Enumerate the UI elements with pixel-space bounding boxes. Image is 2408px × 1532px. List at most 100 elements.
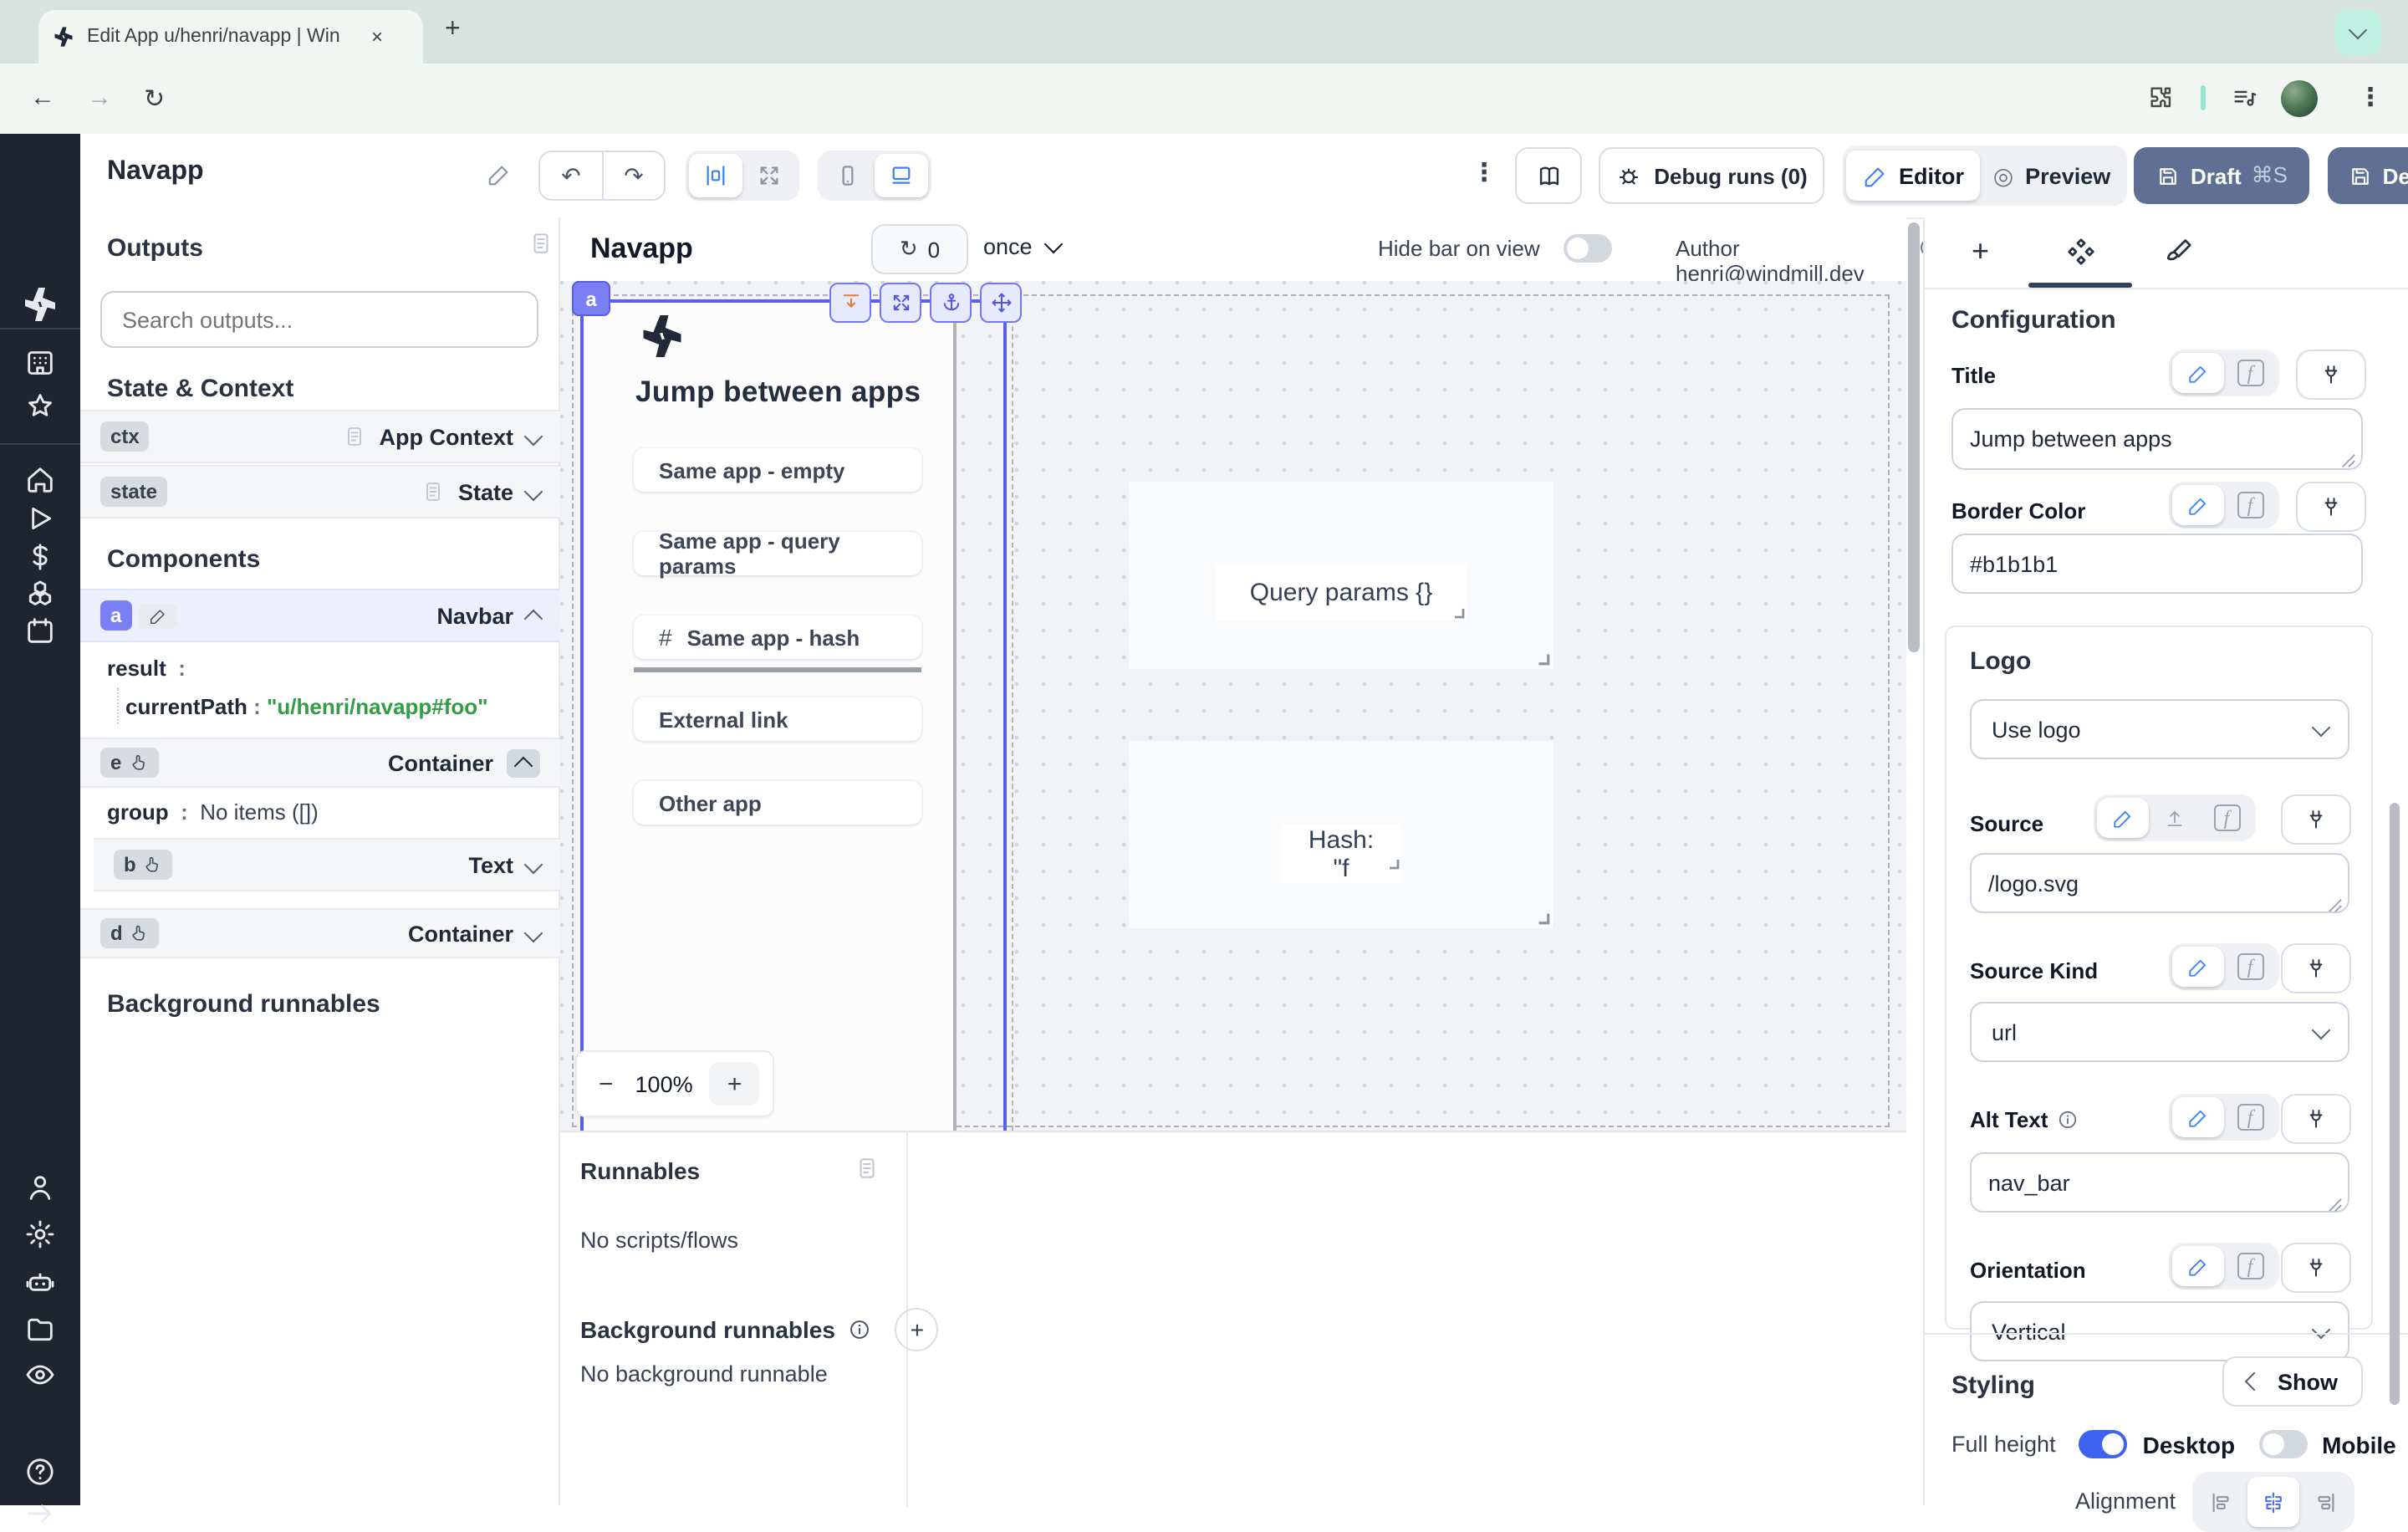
- doc-panel-icon[interactable]: [528, 231, 554, 256]
- resize-handle[interactable]: [1386, 856, 1400, 870]
- alt-text-connect-button[interactable]: [2281, 1094, 2351, 1144]
- title-connect-button[interactable]: [2296, 350, 2366, 400]
- static-mode-button[interactable]: [2172, 1097, 2224, 1137]
- function-mode-button[interactable]: f: [2224, 1246, 2276, 1286]
- component-row-container-e[interactable]: e Container: [80, 738, 560, 788]
- align-right-button[interactable]: [2299, 1477, 2351, 1527]
- refresh-button[interactable]: ↻ 0: [871, 224, 968, 274]
- static-mode-button[interactable]: [2097, 798, 2149, 838]
- full-height-mobile-toggle[interactable]: [2258, 1430, 2307, 1458]
- ctx-row[interactable]: ctx App Context: [80, 410, 560, 463]
- chevron-up-icon[interactable]: [524, 610, 543, 629]
- chevron-down-icon[interactable]: [524, 483, 543, 502]
- textarea-resize-icon[interactable]: [2328, 1198, 2343, 1213]
- extensions-icon[interactable]: [2147, 84, 2176, 112]
- resize-handle[interactable]: [1535, 651, 1550, 666]
- sidebar-collapse-icon[interactable]: [23, 1497, 57, 1530]
- source-kind-connect-button[interactable]: [2281, 943, 2351, 993]
- search-outputs-input[interactable]: [100, 291, 538, 348]
- add-background-runnable-button[interactable]: +: [895, 1308, 939, 1351]
- title-input[interactable]: [1951, 408, 2363, 470]
- component-id-tag[interactable]: a: [572, 281, 610, 316]
- tab-close-icon[interactable]: ×: [371, 25, 383, 49]
- static-mode-button[interactable]: [2172, 353, 2224, 393]
- orientation-select[interactable]: Vertical: [1970, 1301, 2349, 1361]
- query-params-container[interactable]: Query params {}: [1129, 482, 1553, 669]
- sidebar-item-users-icon[interactable]: [23, 1171, 57, 1204]
- sidebar-item-folders-icon[interactable]: [23, 1313, 57, 1346]
- new-tab-button[interactable]: +: [445, 15, 461, 45]
- toolbar-menu-icon[interactable]: ⋮: [1472, 157, 1497, 187]
- move-component-chip[interactable]: [980, 283, 1022, 323]
- chevron-down-icon[interactable]: [524, 855, 543, 875]
- selection-border-right[interactable]: [1003, 301, 1007, 1131]
- function-mode-button[interactable]: f: [2224, 1097, 2276, 1137]
- anchor-component-chip[interactable]: [930, 283, 972, 323]
- reload-icon[interactable]: ↻: [144, 84, 165, 114]
- docs-button[interactable]: [1515, 147, 1582, 204]
- desktop-view-button[interactable]: [875, 154, 928, 197]
- use-logo-select[interactable]: Use logo: [1970, 699, 2349, 759]
- show-styling-button[interactable]: Show: [2222, 1356, 2363, 1407]
- mobile-view-button[interactable]: [821, 154, 875, 197]
- sidebar-item-schedules-icon[interactable]: [23, 614, 57, 647]
- component-row-navbar[interactable]: a Navbar: [80, 589, 560, 642]
- info-icon[interactable]: [849, 1318, 872, 1341]
- source-kind-select[interactable]: url: [1970, 1002, 2349, 1062]
- function-mode-button[interactable]: f: [2224, 947, 2276, 987]
- upload-mode-button[interactable]: [2149, 798, 2201, 838]
- align-left-button[interactable]: [2196, 1477, 2247, 1527]
- sidebar-item-settings-icon[interactable]: [23, 1218, 57, 1251]
- textarea-resize-icon[interactable]: [2328, 898, 2343, 913]
- hash-container[interactable]: Hash:"f: [1129, 741, 1553, 928]
- source-input[interactable]: [1970, 853, 2349, 913]
- centered-layout-button[interactable]: [689, 154, 742, 197]
- draft-button[interactable]: Draft ⌘S: [2134, 147, 2309, 204]
- full-width-button[interactable]: [742, 154, 796, 197]
- tab-search-button[interactable]: [2334, 10, 2381, 55]
- back-icon[interactable]: ←: [30, 84, 55, 112]
- nav-item-same-app-hash[interactable]: #Same app - hash: [634, 615, 921, 659]
- canvas-scrollbar[interactable]: [1908, 222, 1920, 652]
- doc-panel-icon[interactable]: [855, 1156, 880, 1181]
- panel-scrollbar[interactable]: [2390, 803, 2400, 1405]
- static-mode-button[interactable]: [2172, 485, 2224, 525]
- sidebar-item-apps-icon[interactable]: [23, 346, 57, 380]
- chevron-down-icon[interactable]: [524, 924, 543, 943]
- current-path-row[interactable]: currentPath : "u/henri/navapp#foo": [125, 694, 488, 719]
- query-params-text[interactable]: Query params {}: [1216, 565, 1467, 620]
- chevron-down-icon[interactable]: [524, 427, 543, 447]
- zoom-out-button[interactable]: −: [599, 1070, 614, 1098]
- textarea-resize-icon[interactable]: [2341, 453, 2356, 468]
- component-row-container-d[interactable]: d Container: [80, 908, 560, 958]
- schedule-dropdown[interactable]: once: [983, 234, 1061, 259]
- insert-tab-plus-icon[interactable]: +: [1972, 234, 1989, 269]
- zoom-in-button[interactable]: +: [710, 1062, 760, 1106]
- hide-bar-toggle[interactable]: [1564, 234, 1612, 263]
- deploy-button[interactable]: Deploy: [2328, 147, 2408, 204]
- sidebar-item-resources-icon[interactable]: [23, 577, 57, 610]
- info-icon[interactable]: [2056, 1109, 2078, 1131]
- function-mode-button[interactable]: f: [2224, 485, 2276, 525]
- preview-tab[interactable]: ◎ Preview: [1980, 151, 2124, 201]
- orientation-connect-button[interactable]: [2281, 1243, 2351, 1293]
- resize-handle[interactable]: [1535, 910, 1550, 925]
- expand-component-chip[interactable]: [880, 283, 921, 323]
- sidebar-item-home-icon[interactable]: [23, 463, 57, 497]
- nav-item-same-app-query-params[interactable]: Same app - query params: [634, 532, 921, 575]
- sidebar-item-help-icon[interactable]: [23, 1455, 57, 1489]
- profile-avatar[interactable]: [2281, 80, 2318, 117]
- full-height-desktop-toggle[interactable]: [2079, 1430, 2128, 1458]
- sidebar-item-variables-icon[interactable]: [23, 540, 57, 574]
- alt-text-input[interactable]: [1970, 1152, 2349, 1213]
- sidebar-item-audit-logs-icon[interactable]: [23, 1358, 57, 1392]
- forward-icon[interactable]: →: [87, 84, 112, 112]
- border-color-connect-button[interactable]: [2296, 482, 2366, 532]
- hash-text[interactable]: Hash:"f: [1281, 825, 1401, 883]
- app-canvas[interactable]: a Jump between apps Same app - empty Sam…: [560, 281, 1906, 1131]
- styling-tab-icon[interactable]: [2162, 236, 2194, 268]
- source-connect-button[interactable]: [2281, 794, 2351, 845]
- redo-button[interactable]: ↷: [602, 151, 666, 201]
- sidebar-item-workers-icon[interactable]: [23, 1266, 57, 1300]
- insert-component-chip[interactable]: [829, 283, 871, 323]
